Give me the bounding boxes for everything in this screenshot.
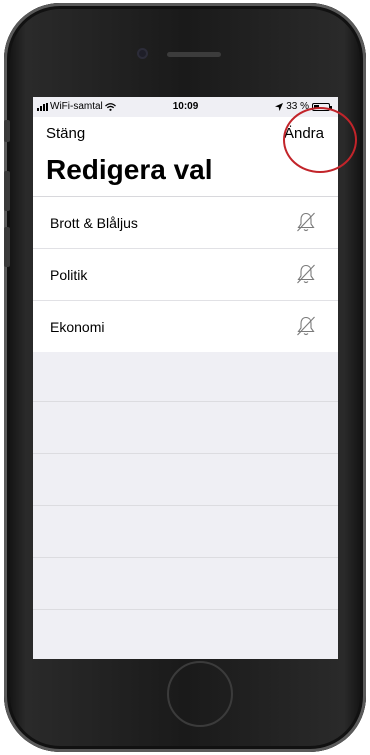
volume-down-button [4, 227, 10, 267]
empty-row [33, 454, 338, 506]
phone-screen: WiFi-samtal 10:09 33 % Stäng Ändra Redig… [33, 97, 338, 659]
bell-off-icon[interactable] [294, 210, 318, 234]
status-bar: WiFi-samtal 10:09 33 % [33, 97, 338, 117]
topic-list: Brott & Blåljus Politik Ekonomi [33, 196, 338, 352]
edit-highlight-circle [283, 107, 357, 173]
empty-row [33, 402, 338, 454]
location-arrow-icon [275, 102, 284, 111]
earpiece-speaker [167, 52, 221, 57]
close-button[interactable]: Stäng [46, 125, 85, 142]
bell-off-icon[interactable] [294, 262, 318, 286]
topic-label: Brott & Blåljus [50, 214, 138, 231]
empty-row [33, 506, 338, 558]
empty-row [33, 350, 338, 402]
volume-up-button [4, 171, 10, 211]
topic-row[interactable]: Ekonomi [33, 301, 338, 352]
mute-switch [4, 120, 10, 142]
topic-label: Ekonomi [50, 318, 105, 335]
empty-list-area [33, 350, 338, 659]
home-button[interactable] [167, 661, 233, 727]
topic-row[interactable]: Politik [33, 249, 338, 301]
front-camera [137, 48, 148, 59]
empty-row [33, 610, 338, 659]
topic-label: Politik [50, 266, 88, 283]
empty-row [33, 558, 338, 610]
topic-row[interactable]: Brott & Blåljus [33, 197, 338, 249]
bell-off-icon[interactable] [294, 314, 318, 338]
page-title: Redigera val [46, 154, 213, 185]
